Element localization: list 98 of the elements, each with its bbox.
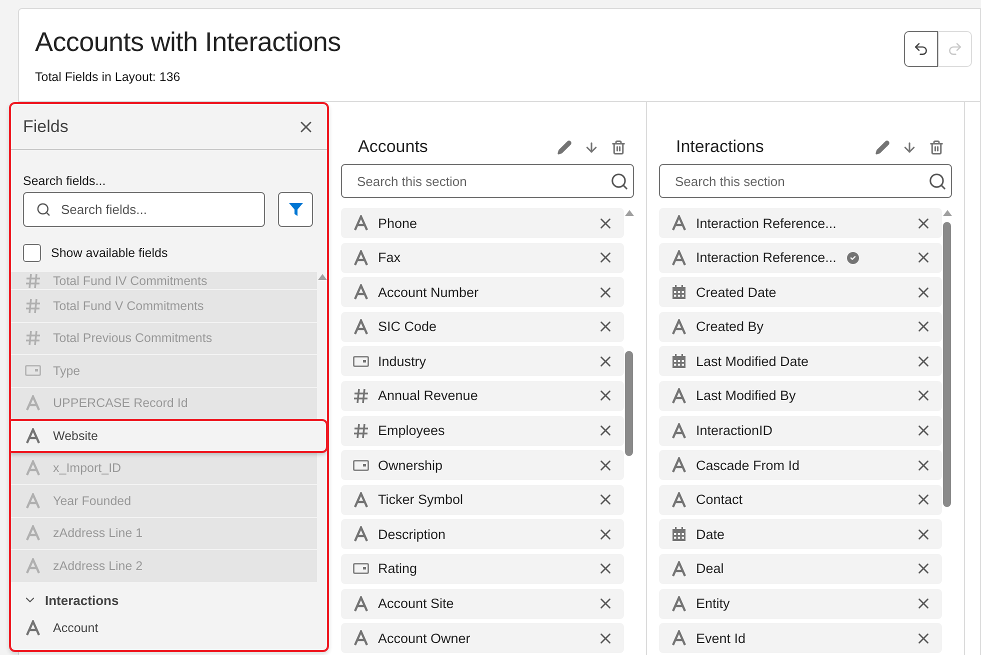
letter-a-icon xyxy=(25,525,41,542)
hash-icon xyxy=(25,298,41,314)
letter-a-icon xyxy=(25,428,41,444)
picklist-icon xyxy=(353,356,369,367)
letter-a-icon xyxy=(353,526,369,542)
letter-a-icon xyxy=(353,318,369,335)
calendar-icon xyxy=(671,284,687,300)
page-title: Accounts with Interactions xyxy=(35,27,341,58)
letter-a-icon xyxy=(353,284,369,300)
field-row[interactable]: Date xyxy=(659,519,942,550)
hash-icon xyxy=(353,388,369,404)
scroll-up-icon[interactable] xyxy=(624,210,634,216)
letter-a-icon xyxy=(353,492,369,508)
search-icon xyxy=(928,172,947,190)
section-title: Accounts xyxy=(358,137,428,157)
letter-a-icon xyxy=(671,318,687,335)
field-row[interactable]: Account Owner xyxy=(341,623,624,654)
search-icon xyxy=(36,202,51,217)
letter-a-icon xyxy=(25,558,41,574)
letter-a-icon xyxy=(671,492,687,508)
arrow-down-icon[interactable] xyxy=(902,140,917,154)
field-row[interactable]: Deal xyxy=(659,554,942,584)
edit-icon[interactable] xyxy=(557,140,572,154)
hash-icon xyxy=(25,330,41,346)
hash-icon xyxy=(25,272,41,288)
calendar-icon xyxy=(671,526,687,542)
search-field[interactable]: Search this section xyxy=(341,164,634,198)
field-row[interactable]: Entity xyxy=(659,588,942,619)
search-input[interactable]: Search this section xyxy=(355,172,610,190)
field-row[interactable]: Annual Revenue xyxy=(341,380,624,411)
field-row[interactable]: Phone xyxy=(341,208,624,238)
field-row[interactable]: Contact xyxy=(659,484,942,515)
picklist-icon xyxy=(353,460,369,471)
redo-icon xyxy=(947,41,963,57)
field-row[interactable]: Last Modified Date xyxy=(659,346,942,376)
letter-a-icon xyxy=(671,422,687,439)
undo-button[interactable] xyxy=(904,31,938,67)
field-list-item[interactable]: Account xyxy=(11,612,317,644)
section-title: Interactions xyxy=(676,137,764,157)
field-row[interactable]: Industry xyxy=(341,346,624,376)
field-row[interactable]: SIC Code xyxy=(341,312,624,342)
field-count: Total Fields in Layout: 136 xyxy=(35,70,182,84)
field-row[interactable]: Account Site xyxy=(341,588,624,619)
scrollbar-thumb[interactable] xyxy=(943,222,951,507)
field-row[interactable]: Ticker Symbol xyxy=(341,484,624,515)
field-row[interactable]: Interaction Reference... xyxy=(659,208,942,238)
letter-a-icon xyxy=(25,460,41,476)
edit-icon[interactable] xyxy=(875,140,890,154)
letter-a-icon xyxy=(353,215,369,231)
field-row[interactable]: Interaction Reference... xyxy=(659,242,942,273)
trash-icon[interactable] xyxy=(929,140,944,154)
field-row[interactable]: Account Number xyxy=(341,277,624,308)
letter-a-icon xyxy=(353,630,369,646)
trash-icon[interactable] xyxy=(611,140,626,154)
letter-a-icon xyxy=(671,560,687,577)
group-header[interactable]: Interactions xyxy=(11,582,317,612)
scroll-up-icon[interactable] xyxy=(942,210,952,216)
checkbox-label: Show available fields xyxy=(51,246,168,260)
calendar-icon xyxy=(671,353,687,370)
letter-a-icon xyxy=(353,250,369,266)
search-input[interactable]: Search this section xyxy=(673,172,928,190)
letter-a-icon xyxy=(25,395,41,412)
arrow-down-icon[interactable] xyxy=(584,140,599,154)
letter-a-icon xyxy=(25,620,41,636)
field-row[interactable]: Event Id xyxy=(659,623,942,654)
picklist-icon xyxy=(353,563,369,574)
field-row[interactable]: Ownership xyxy=(341,450,624,480)
letter-a-icon xyxy=(25,492,41,509)
letter-a-icon xyxy=(671,250,687,266)
field-row[interactable]: Created By xyxy=(659,312,942,342)
letter-a-icon xyxy=(671,596,687,612)
letter-a-icon xyxy=(671,630,687,646)
checkbox[interactable] xyxy=(23,244,41,262)
letter-a-icon xyxy=(671,388,687,404)
search-input[interactable]: Search fields... xyxy=(59,201,252,218)
search-icon xyxy=(610,172,629,190)
field-row[interactable]: InteractionID xyxy=(659,416,942,446)
field-row[interactable]: Rating xyxy=(341,554,624,584)
letter-a-icon xyxy=(671,215,687,231)
hash-icon xyxy=(353,422,369,439)
filter-button[interactable] xyxy=(278,192,313,227)
search-label: Search fields... xyxy=(23,174,107,188)
field-row[interactable]: Description xyxy=(341,519,624,550)
filter-icon xyxy=(288,202,302,216)
letter-a-icon xyxy=(353,596,369,612)
picklist-icon xyxy=(25,365,41,376)
panel-title: Fields xyxy=(23,116,68,136)
undo-icon xyxy=(913,41,929,57)
field-row[interactable]: Created Date xyxy=(659,277,942,308)
field-row[interactable]: Fax xyxy=(341,242,624,273)
search-field[interactable]: Search this section xyxy=(659,164,952,198)
letter-a-icon xyxy=(671,457,687,474)
search-field[interactable]: Search fields... xyxy=(23,192,265,227)
field-row[interactable]: Last Modified By xyxy=(659,380,942,411)
field-row[interactable]: Employees xyxy=(341,416,624,446)
scrollbar-thumb[interactable] xyxy=(625,351,633,456)
field-list-item[interactable]: Website xyxy=(11,420,327,452)
field-row[interactable]: Cascade From Id xyxy=(659,450,942,480)
